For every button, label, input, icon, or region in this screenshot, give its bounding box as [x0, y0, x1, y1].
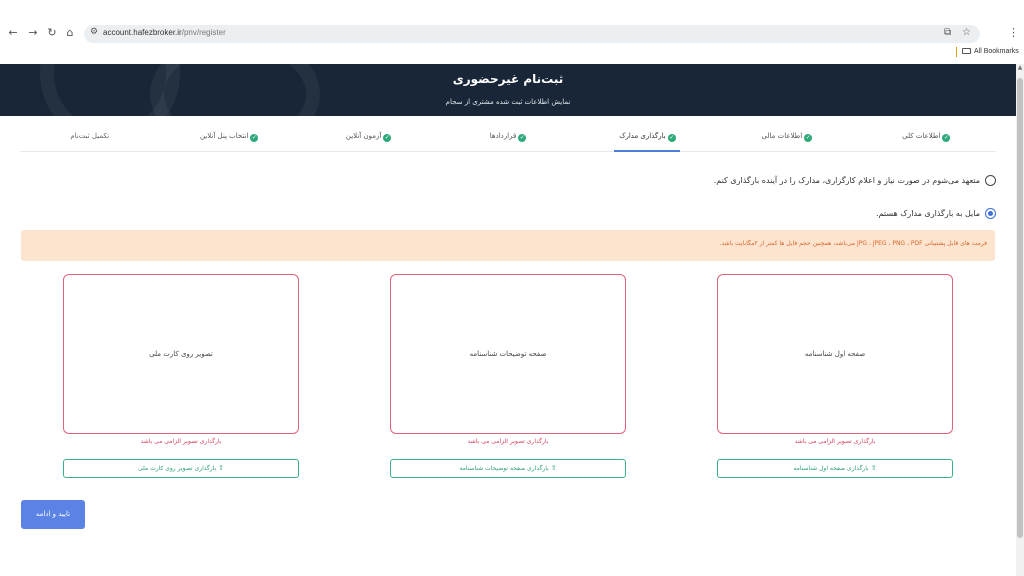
url-text[interactable]: account.hafezbroker.ir/pnv/register — [103, 28, 226, 37]
back-icon[interactable]: ← — [6, 26, 20, 40]
step-label: اطلاعات مالی — [761, 132, 803, 140]
install-app-icon[interactable]: ⧉ — [944, 27, 951, 38]
upload-button[interactable]: ⇧بارگذاری تصویر روی کارت ملی — [63, 459, 299, 478]
upload-error-text: بارگذاری تصویر الزامی می باشد — [794, 438, 876, 445]
step-tab[interactable]: ✓انتخاب پنل آنلاین — [159, 124, 298, 151]
upload-preview-box[interactable]: صفحه توضیحات شناسنامه — [390, 274, 626, 434]
reload-icon[interactable]: ↻ — [45, 26, 59, 40]
step-tab[interactable]: تکمیل ثبت‌نام — [20, 124, 159, 151]
step-label: بارگذاری مدارک — [619, 132, 666, 140]
address-bar[interactable]: ⚙ account.hafezbroker.ir/pnv/register ⧉ … — [84, 25, 980, 43]
check-circle-icon: ✓ — [942, 134, 951, 142]
browser-chrome: ← → ↻ ⌂ ⚙ account.hafezbroker.ir/pnv/reg… — [0, 0, 1024, 64]
upload-preview-box[interactable]: تصویر روی کارت ملی — [63, 274, 299, 434]
confirm-and-continue-button[interactable]: تایید و ادامه — [21, 500, 85, 529]
file-format-alert: فرمت های قابل پشتیبانی JPG ، JPEG ، PNG … — [21, 230, 995, 261]
option-upload-later[interactable]: متعهد می‌شوم در صورت نیاز و اعلام کارگزا… — [714, 175, 996, 186]
upload-button[interactable]: ⇧بارگذاری صفحه توضیحات شناسنامه — [390, 459, 626, 478]
page-scrollbar[interactable]: ▲ — [1016, 64, 1024, 576]
step-label: تکمیل ثبت‌نام — [70, 132, 110, 140]
page: ثبت‌نام غیرحضوری نمایش اطلاعات ثبت شده م… — [0, 64, 1016, 576]
upload-icon: ⇧ — [870, 464, 877, 472]
bookmarks-divider — [956, 47, 957, 57]
upload-error-text: بارگذاری تصویر الزامی می باشد — [140, 438, 222, 445]
step-label: انتخاب پنل آنلاین — [199, 132, 249, 140]
page-title: ثبت‌نام غیرحضوری — [452, 72, 564, 86]
upload-icon: ⇧ — [218, 464, 225, 472]
forward-icon[interactable]: → — [26, 26, 40, 40]
bookmark-star-icon[interactable]: ☆ — [962, 27, 971, 38]
check-circle-icon: ✓ — [667, 134, 676, 142]
upload-birth-certificate-notes-page: صفحه توضیحات شناسنامه بارگذاری تصویر الز… — [390, 274, 626, 478]
stepper: ✓اطلاعات کلی ✓اطلاعات مالی ✓بارگذاری مدارک… — [20, 124, 996, 152]
check-circle-icon: ✓ — [383, 134, 392, 142]
all-bookmarks-button[interactable]: All Bookmarks — [962, 48, 1019, 55]
folder-icon — [962, 48, 971, 54]
upload-button[interactable]: ⇧بارگذاری صفحه اول شناسنامه — [717, 459, 953, 478]
upload-error-text: بارگذاری تصویر الزامی می باشد — [467, 438, 549, 445]
check-circle-icon: ✓ — [250, 134, 259, 142]
step-label: آزمون آنلاین — [345, 132, 382, 140]
radio-upload-now[interactable] — [985, 208, 996, 219]
page-subtitle: نمایش اطلاعات ثبت شده مشتری از سجام — [445, 98, 571, 106]
upload-national-card-front: تصویر روی کارت ملی بارگذاری تصویر الزامی… — [63, 274, 299, 478]
step-tab[interactable]: ✓بارگذاری مدارک — [578, 124, 717, 152]
option-upload-now-label: مایل به بارگذاری مدارک هستم. — [876, 209, 980, 218]
check-circle-icon: ✓ — [804, 134, 813, 142]
home-icon[interactable]: ⌂ — [63, 26, 77, 40]
step-tab[interactable]: ✓قراردادها — [438, 124, 577, 151]
upload-birth-certificate-first-page: صفحه اول شناسنامه بارگذاری تصویر الزامی … — [717, 274, 953, 478]
option-upload-later-label: متعهد می‌شوم در صورت نیاز و اعلام کارگزا… — [713, 176, 980, 185]
step-label: قراردادها — [489, 132, 517, 140]
upload-icon: ⇧ — [550, 464, 557, 472]
browser-menu-icon[interactable]: ⋮ — [1008, 26, 1019, 39]
scroll-up-icon[interactable]: ▲ — [1016, 64, 1024, 74]
check-circle-icon: ✓ — [518, 134, 527, 142]
upload-preview-box[interactable]: صفحه اول شناسنامه — [717, 274, 953, 434]
step-tab[interactable]: ✓اطلاعات مالی — [717, 124, 856, 151]
step-tab[interactable]: ✓آزمون آنلاین — [299, 124, 438, 151]
option-upload-now[interactable]: مایل به بارگذاری مدارک هستم. — [876, 208, 996, 219]
step-tab[interactable]: ✓اطلاعات کلی — [857, 124, 996, 151]
scroll-thumb[interactable] — [1017, 78, 1023, 538]
page-header: ثبت‌نام غیرحضوری نمایش اطلاعات ثبت شده م… — [0, 64, 1016, 116]
site-info-icon[interactable]: ⚙ — [90, 27, 98, 37]
step-label: اطلاعات کلی — [902, 132, 941, 140]
radio-upload-later[interactable] — [985, 175, 996, 186]
